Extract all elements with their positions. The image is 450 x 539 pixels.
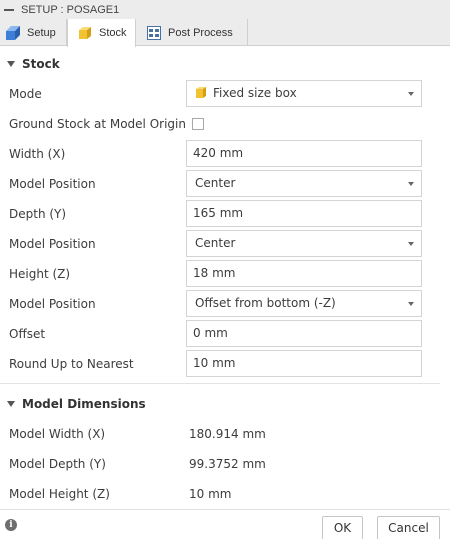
- caret-down-icon: [7, 61, 15, 67]
- height-input[interactable]: 18 mm: [186, 260, 422, 287]
- height-position-label: Model Position: [9, 297, 96, 311]
- section-divider: [0, 383, 440, 384]
- stock-box-icon: [77, 25, 93, 41]
- depth-position-dropdown[interactable]: Center: [186, 230, 422, 257]
- offset-label: Offset: [9, 327, 46, 341]
- offset-row: Offset 0 mm: [0, 319, 450, 349]
- tab-post-process-label: Post Process: [168, 26, 233, 39]
- width-label: Width (X): [9, 147, 66, 161]
- round-up-row: Round Up to Nearest 10 mm: [0, 349, 450, 379]
- tab-strip: Setup Stock Post Process: [0, 19, 450, 47]
- dialog-title-bar: SETUP : POSAGE1: [0, 0, 450, 19]
- mode-dropdown[interactable]: Fixed size box: [186, 80, 422, 107]
- model-width-label: Model Width (X): [9, 427, 106, 441]
- dropdown-arrow-icon: [408, 182, 414, 186]
- mode-label: Mode: [9, 87, 42, 101]
- height-position-row: Model Position Offset from bottom (-Z): [0, 289, 450, 319]
- model-dimensions-section-header[interactable]: Model Dimensions: [0, 389, 450, 419]
- dropdown-arrow-icon: [408, 92, 414, 96]
- info-icon[interactable]: i: [5, 519, 17, 531]
- width-position-dropdown[interactable]: Center: [186, 170, 422, 197]
- dialog-title: SETUP : POSAGE1: [21, 3, 120, 16]
- post-process-icon: [146, 25, 162, 41]
- tab-stock-label: Stock: [99, 27, 127, 39]
- model-height-row: Model Height (Z) 10 mm: [0, 479, 450, 509]
- model-depth-label: Model Depth (Y): [9, 457, 106, 471]
- offset-input[interactable]: 0 mm: [186, 320, 422, 347]
- mode-value: Fixed size box: [213, 86, 297, 100]
- width-position-label: Model Position: [9, 177, 96, 191]
- height-position-value: Offset from bottom (-Z): [195, 296, 336, 310]
- caret-down-icon: [7, 401, 15, 407]
- depth-row: Depth (Y) 165 mm: [0, 199, 450, 229]
- width-position-row: Model Position Center: [0, 169, 450, 199]
- model-height-label: Model Height (Z): [9, 487, 110, 501]
- model-dimensions-title: Model Dimensions: [22, 397, 146, 411]
- tab-setup[interactable]: Setup: [0, 19, 67, 46]
- depth-position-label: Model Position: [9, 237, 96, 251]
- model-depth-row: Model Depth (Y) 99.3752 mm: [0, 449, 450, 479]
- height-label: Height (Z): [9, 267, 71, 281]
- width-position-value: Center: [195, 176, 236, 190]
- tab-setup-label: Setup: [27, 26, 56, 39]
- tab-stock[interactable]: Stock: [67, 19, 136, 47]
- dropdown-arrow-icon: [408, 302, 414, 306]
- mode-row: Mode Fixed size box: [0, 79, 450, 109]
- width-input[interactable]: 420 mm: [186, 140, 422, 167]
- model-height-value: 10 mm: [189, 487, 232, 501]
- ok-button[interactable]: OK: [322, 516, 363, 539]
- ground-stock-label: Ground Stock at Model Origin: [9, 117, 186, 131]
- round-up-label: Round Up to Nearest: [9, 357, 134, 371]
- depth-position-row: Model Position Center: [0, 229, 450, 259]
- height-row: Height (Z) 18 mm: [0, 259, 450, 289]
- model-width-value: 180.914 mm: [189, 427, 266, 441]
- stock-section-header[interactable]: Stock: [0, 49, 450, 79]
- model-depth-value: 99.3752 mm: [189, 457, 266, 471]
- width-row: Width (X) 420 mm: [0, 139, 450, 169]
- depth-input[interactable]: 165 mm: [186, 200, 422, 227]
- depth-label: Depth (Y): [9, 207, 67, 221]
- model-width-row: Model Width (X) 180.914 mm: [0, 419, 450, 449]
- dialog-footer: i OK Cancel: [0, 509, 450, 539]
- stock-section-title: Stock: [22, 57, 60, 71]
- setup-dialog: SETUP : POSAGE1 Setup Stock Post Process…: [0, 0, 450, 539]
- collapse-icon[interactable]: [4, 8, 14, 11]
- height-position-dropdown[interactable]: Offset from bottom (-Z): [186, 290, 422, 317]
- setup-icon: [5, 25, 21, 41]
- stock-box-icon: [195, 83, 207, 98]
- depth-position-value: Center: [195, 236, 236, 250]
- dropdown-arrow-icon: [408, 242, 414, 246]
- ground-stock-row: Ground Stock at Model Origin: [0, 109, 450, 139]
- tab-post-process[interactable]: Post Process: [136, 19, 248, 46]
- round-up-input[interactable]: 10 mm: [186, 350, 422, 377]
- cancel-button[interactable]: Cancel: [377, 516, 440, 539]
- ground-stock-checkbox[interactable]: [192, 118, 204, 130]
